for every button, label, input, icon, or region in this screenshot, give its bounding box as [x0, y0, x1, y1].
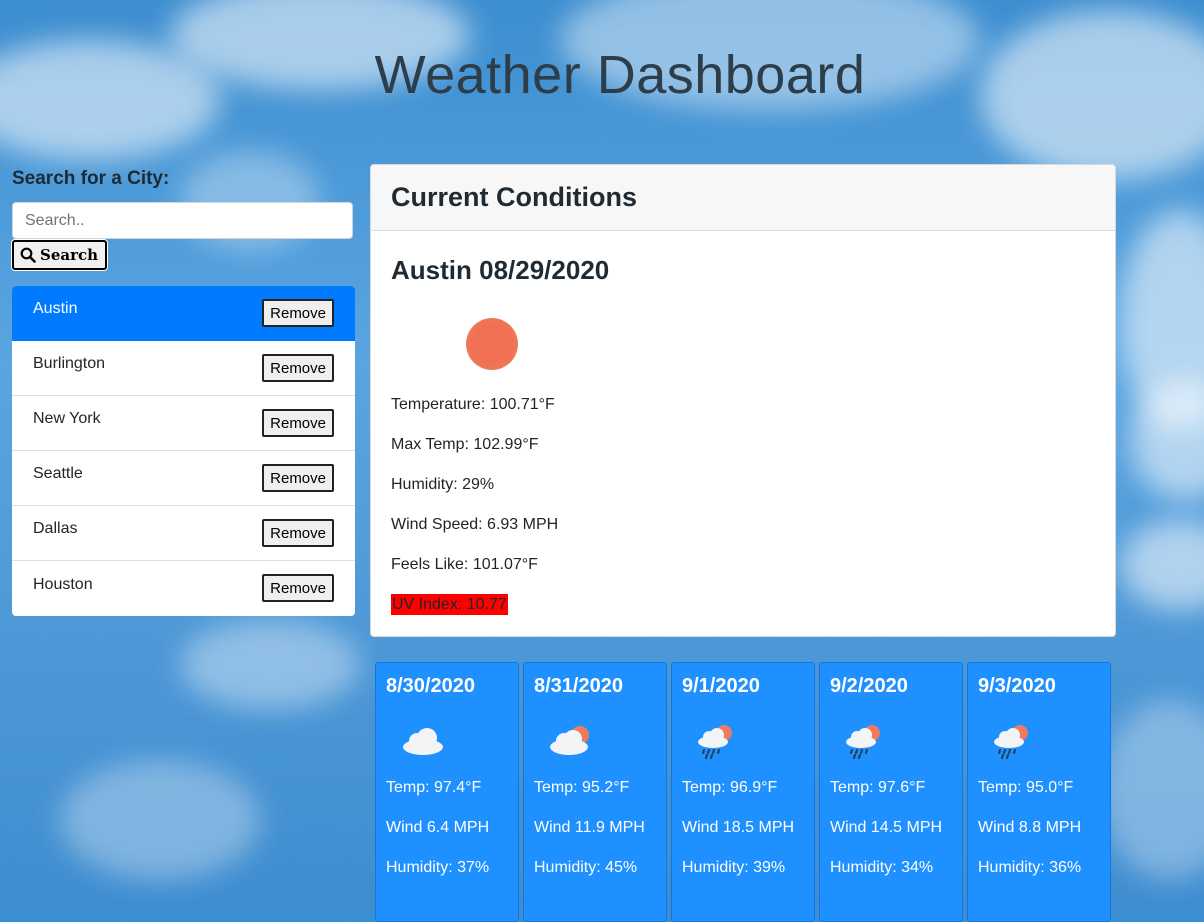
forecast-temp: Temp: 96.9°F	[682, 779, 778, 796]
remove-button[interactable]: Remove	[262, 519, 334, 547]
city-name: Seattle	[33, 465, 83, 482]
city-item-new-york[interactable]: New York Remove	[12, 396, 355, 451]
forecast-card: 9/3/2020 Temp: 95.0°F Wind 8.8 MPH Humid…	[967, 662, 1111, 922]
current-temperature: Temperature: 100.71°F	[391, 396, 555, 413]
forecast-card: 8/31/2020 Temp: 95.2°F Wind 11.9 MPH Hum…	[523, 662, 667, 922]
forecast-wind: Wind 14.5 MPH	[830, 819, 943, 836]
current-wind-speed: Wind Speed: 6.93 MPH	[391, 516, 559, 533]
search-button[interactable]: Search	[12, 240, 108, 270]
remove-button[interactable]: Remove	[262, 354, 334, 382]
search-button-label: Search	[40, 246, 99, 264]
forecast-humidity: Humidity: 37%	[386, 859, 490, 876]
forecast-date: 8/31/2020	[534, 675, 623, 697]
search-icon	[20, 247, 36, 263]
page-title: Weather Dashboard	[374, 45, 866, 105]
city-item-burlington[interactable]: Burlington Remove	[12, 341, 355, 396]
forecast-humidity: Humidity: 39%	[682, 859, 786, 876]
forecast-temp: Temp: 97.4°F	[386, 779, 482, 796]
city-item-dallas[interactable]: Dallas Remove	[12, 506, 355, 561]
current-city-date: Austin 08/29/2020	[391, 255, 610, 285]
city-history-list: Austin Remove Burlington Remove New York…	[12, 286, 355, 616]
rain-sun-icon	[994, 725, 1028, 759]
city-name: New York	[33, 410, 101, 427]
remove-button[interactable]: Remove	[262, 464, 334, 492]
city-name: Austin	[33, 300, 78, 317]
uv-index-badge: UV Index: 10.77	[391, 594, 508, 615]
forecast-card: 9/1/2020 Temp: 96.9°F Wind 18.5 MPH Humi…	[671, 662, 815, 922]
city-item-houston[interactable]: Houston Remove	[12, 561, 355, 616]
forecast-humidity: Humidity: 34%	[830, 859, 934, 876]
forecast-temp: Temp: 95.0°F	[978, 779, 1074, 796]
forecast-date: 9/3/2020	[978, 675, 1056, 697]
current-humidity: Humidity: 29%	[391, 476, 495, 493]
forecast-card: 9/2/2020 Temp: 97.6°F Wind 14.5 MPH Humi…	[819, 662, 963, 922]
forecast-temp: Temp: 97.6°F	[830, 779, 926, 796]
city-name: Dallas	[33, 520, 78, 537]
city-name: Burlington	[33, 355, 106, 372]
forecast-date: 9/2/2020	[830, 675, 908, 697]
forecast-humidity: Humidity: 36%	[978, 859, 1082, 876]
forecast-date: 8/30/2020	[386, 675, 475, 697]
forecast-temp: Temp: 95.2°F	[534, 779, 630, 796]
forecast-date: 9/1/2020	[682, 675, 760, 697]
city-name: Houston	[33, 575, 93, 593]
remove-button[interactable]: Remove	[262, 409, 334, 437]
cloud-icon	[403, 728, 443, 755]
forecast-wind: Wind 11.9 MPH	[534, 819, 645, 836]
sun-icon	[466, 318, 518, 370]
forecast-humidity: Humidity: 45%	[534, 859, 638, 876]
search-input[interactable]	[12, 202, 353, 239]
rain-sun-icon	[846, 725, 880, 759]
city-item-austin[interactable]: Austin Remove	[12, 286, 355, 341]
current-conditions-card: Current Conditions Austin 08/29/2020 Tem…	[370, 164, 1116, 637]
current-feels-like: Feels Like: 101.07°F	[391, 556, 538, 573]
remove-button[interactable]: Remove	[262, 299, 334, 327]
forecast-wind: Wind 8.8 MPH	[978, 819, 1082, 836]
forecast-wind: Wind 6.4 MPH	[386, 819, 490, 836]
remove-button[interactable]: Remove	[262, 574, 334, 602]
rain-sun-icon	[698, 725, 732, 759]
forecast-card: 8/30/2020 Temp: 97.4°F Wind 6.4 MPH Humi…	[375, 662, 519, 922]
search-label: Search for a City:	[12, 168, 170, 189]
current-conditions-header: Current Conditions	[371, 165, 1115, 231]
current-max-temp: Max Temp: 102.99°F	[391, 436, 539, 453]
partly-cloudy-icon	[550, 726, 589, 755]
forecast-wind: Wind 18.5 MPH	[682, 819, 795, 836]
city-item-seattle[interactable]: Seattle Remove	[12, 451, 355, 506]
